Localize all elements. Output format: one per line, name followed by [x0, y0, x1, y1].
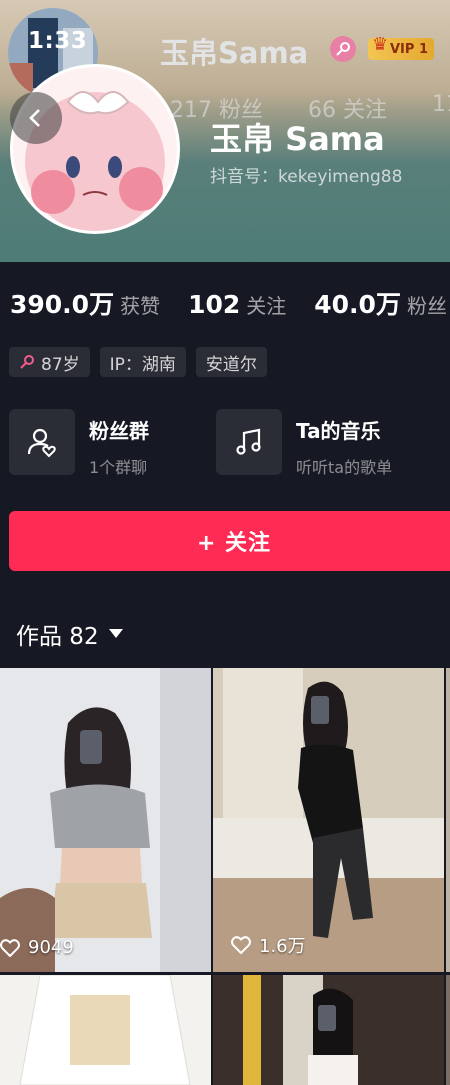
- heart-icon: [231, 936, 251, 954]
- back-button[interactable]: [10, 92, 62, 144]
- chevron-left-icon: [29, 109, 40, 127]
- fan-group-entry[interactable]: 粉丝群 1个群聊: [9, 409, 149, 478]
- music-subtitle: 听听ta的歌单: [296, 458, 393, 477]
- city-tag: 安道尔: [195, 347, 267, 377]
- heart-icon: [0, 938, 20, 957]
- music-title: Ta的音乐: [296, 419, 381, 443]
- profile-name: 玉帛 Sama: [210, 120, 385, 158]
- female-icon: [20, 355, 34, 369]
- vip-label: VIP 1: [390, 41, 428, 57]
- caret-down-icon: [108, 629, 123, 638]
- ip-label: IP：湖南: [109, 354, 176, 375]
- profile-header: 1:33 玉帛Sama ♛ VIP 1 217 粉丝 66 关注 11 玉帛 S…: [0, 0, 450, 262]
- followers-count[interactable]: 40.0万: [314, 285, 401, 321]
- video-thumbnail[interactable]: 1.6万: [213, 668, 444, 972]
- fan-group-icon: [27, 428, 56, 458]
- followers-label[interactable]: 粉丝: [407, 290, 447, 319]
- profile-avatar[interactable]: [10, 64, 180, 234]
- douyin-id[interactable]: 抖音号：kekeyimeng88: [210, 162, 402, 187]
- music-entry[interactable]: Ta的音乐 听听ta的歌单: [216, 409, 392, 478]
- likes-count: 390.0万: [10, 290, 115, 319]
- age-label: 87岁: [41, 354, 80, 375]
- follow-button[interactable]: + 关注: [9, 511, 450, 571]
- header-collapsed-name: 玉帛Sama: [160, 36, 309, 70]
- profile-stats: 390.0万 获赞 102 关注 40.0万 粉丝: [10, 285, 450, 321]
- profile-tags: 87岁 IP：湖南 安道尔: [9, 347, 267, 377]
- following-label[interactable]: 关注: [246, 290, 286, 319]
- video-thumbnail[interactable]: [446, 668, 450, 972]
- music-note-icon: [236, 428, 261, 455]
- video-thumbnail[interactable]: 9049: [0, 668, 211, 972]
- age-tag: 87岁: [9, 347, 90, 377]
- video-grid: 9049 1.6万: [0, 668, 450, 1085]
- video-likes-count: 1.6万: [259, 936, 306, 957]
- likes-label: 获赞: [120, 294, 161, 318]
- header-faded-extra: 11: [432, 92, 450, 117]
- female-icon: [330, 36, 356, 62]
- vip-badge: ♛ VIP 1: [368, 34, 434, 60]
- video-thumbnail[interactable]: [213, 975, 444, 1085]
- status-time: 1:33: [28, 28, 88, 54]
- works-tab-label: 作品 82: [16, 624, 99, 650]
- fan-group-icon-box: [9, 409, 75, 475]
- video-likes: 9049: [0, 937, 74, 958]
- music-icon-box: [216, 409, 282, 475]
- works-tab[interactable]: 作品 82: [16, 617, 123, 651]
- video-thumbnail[interactable]: [0, 975, 211, 1085]
- video-thumbnail[interactable]: [446, 975, 450, 1085]
- crown-icon: ♛: [372, 34, 389, 55]
- fan-group-title: 粉丝群: [89, 419, 149, 443]
- city-label: 安道尔: [205, 354, 257, 375]
- ip-tag: IP：湖南: [99, 347, 186, 377]
- video-likes: 1.6万: [231, 932, 306, 958]
- fan-group-subtitle: 1个群聊: [89, 458, 148, 477]
- video-likes-count: 9049: [28, 937, 74, 958]
- following-count[interactable]: 102: [188, 290, 240, 319]
